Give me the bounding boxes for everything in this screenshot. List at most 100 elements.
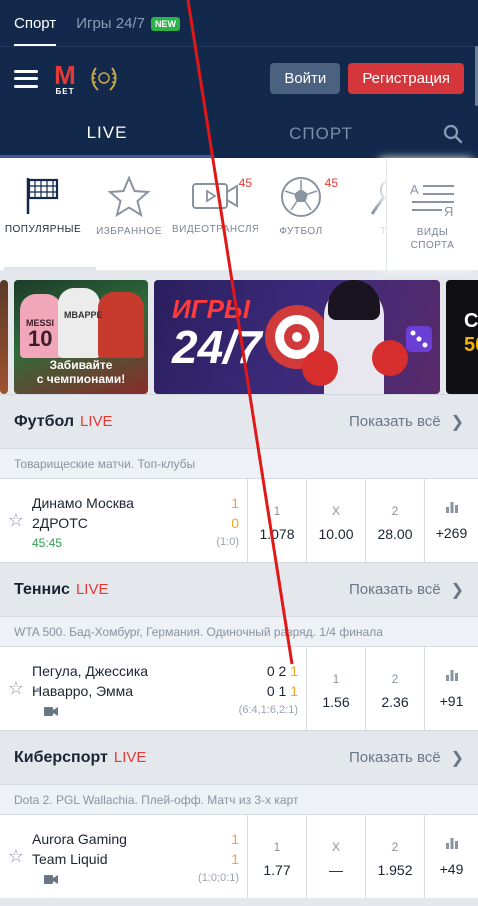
category-label: ФУТБОЛ bbox=[279, 226, 323, 237]
odd-cell[interactable]: 2 1.952 bbox=[365, 815, 424, 898]
period-score: (1:0;0:1) bbox=[198, 872, 239, 884]
odd-key: 1 bbox=[273, 503, 281, 518]
banner-edge-left[interactable] bbox=[0, 280, 8, 394]
odd-value: 1.77 bbox=[263, 861, 291, 878]
new-badge: NEW bbox=[150, 16, 180, 31]
team2-name: 2ДРОТС bbox=[32, 515, 88, 531]
banner-right-text2: 50 bbox=[464, 334, 478, 356]
league-name[interactable]: Товарищеские матчи. Топ-клубы bbox=[0, 448, 478, 478]
sports-menu-button[interactable]: АЯ ВИДЫ СПОРТА bbox=[386, 158, 478, 270]
player-figure-2 bbox=[58, 288, 100, 358]
video-camera-icon bbox=[44, 875, 58, 884]
player2-name: MBAPPE bbox=[64, 310, 103, 320]
video-camera-icon bbox=[44, 707, 58, 716]
tab-live[interactable]: LIVE bbox=[0, 110, 214, 158]
live-sport-tabs: LIVE СПОРТ bbox=[0, 110, 478, 158]
period-score: (6:4,1:6,2:1) bbox=[238, 704, 298, 716]
chevron-right-icon[interactable]: ❯ bbox=[451, 748, 464, 768]
category-favorites[interactable]: ИЗБРАННОЕ bbox=[86, 158, 172, 270]
odd-cell[interactable]: 1 1.078 bbox=[247, 479, 306, 562]
flag-icon bbox=[26, 178, 59, 214]
menu-icon[interactable] bbox=[14, 69, 38, 88]
award-laurel-icon bbox=[91, 66, 117, 91]
header: М БЕТ Войти Регистрация bbox=[0, 46, 478, 110]
show-all-link[interactable]: Показать всё bbox=[349, 413, 441, 430]
banner-games-247[interactable]: ИГРЫ 24/7 bbox=[154, 280, 440, 394]
section-title: Киберспорт bbox=[14, 748, 108, 766]
stats-bars-icon bbox=[445, 501, 458, 513]
banner-edge-right[interactable]: Су 50 bbox=[446, 280, 478, 394]
banner-text-line2: с чемпионами! bbox=[36, 372, 126, 386]
team1-score: 1 bbox=[231, 495, 239, 511]
odd-cell[interactable]: 2 28.00 bbox=[365, 479, 424, 562]
category-video[interactable]: 45 ВИДЕОТРАНСЛЯЦИИ bbox=[172, 158, 258, 270]
odd-cell[interactable]: X 10.00 bbox=[306, 479, 365, 562]
search-icon[interactable] bbox=[428, 110, 478, 158]
favorite-star-icon[interactable]: ☆ bbox=[0, 479, 32, 562]
match-row[interactable]: ☆ Пегула, Джессика Наварро, Эмма 0 2 1 0… bbox=[0, 646, 478, 730]
category-popular[interactable]: ПОПУЛЯРНЫЕ bbox=[0, 158, 96, 270]
team2-name: Наварро, Эмма bbox=[32, 683, 134, 699]
chevron-right-icon[interactable]: ❯ bbox=[451, 580, 464, 600]
team1-games: 1 bbox=[290, 663, 298, 679]
dice-icon bbox=[406, 326, 432, 352]
live-label: LIVE bbox=[75, 581, 109, 598]
odd-key: X bbox=[331, 503, 340, 518]
odd-cell[interactable]: 2 2.36 bbox=[365, 647, 424, 730]
favorite-star-icon[interactable]: ☆ bbox=[0, 815, 32, 898]
odd-cell[interactable]: 1 1.77 bbox=[247, 815, 306, 898]
tab-games[interactable]: Игры 24/7 NEW bbox=[76, 15, 180, 46]
more-markets-button[interactable]: +49 bbox=[424, 815, 478, 898]
category-football[interactable]: 45 ФУТБОЛ bbox=[258, 158, 344, 270]
category-count: 45 bbox=[324, 176, 338, 190]
odd-key: 2 bbox=[391, 671, 399, 686]
team1-score: 1 bbox=[231, 831, 239, 847]
register-button[interactable]: Регистрация bbox=[348, 63, 464, 94]
banner-champions[interactable]: MESSI 10 MBAPPE Забивайте с чемпионами! bbox=[14, 280, 148, 394]
chevron-right-icon[interactable]: ❯ bbox=[451, 412, 464, 432]
tab-sport-lines[interactable]: СПОРТ bbox=[214, 110, 428, 158]
more-markets-count: +91 bbox=[439, 692, 464, 709]
svg-text:А: А bbox=[410, 182, 419, 197]
category-count: 45 bbox=[238, 176, 252, 190]
more-markets-button[interactable]: +269 bbox=[424, 479, 478, 562]
match-row[interactable]: ☆ Aurora Gaming Team Liquid 1 1 (1:0;0:1… bbox=[0, 814, 478, 898]
section-title: Футбол bbox=[14, 412, 75, 430]
show-all-link[interactable]: Показать всё bbox=[349, 581, 441, 598]
logo[interactable]: М БЕТ bbox=[52, 62, 78, 96]
banner-champions-text: Забивайте с чемпионами! bbox=[14, 358, 148, 386]
svg-text:Я: Я bbox=[444, 204, 453, 218]
odd-cell[interactable]: 1 1.56 bbox=[306, 647, 365, 730]
team2-score: 0 bbox=[231, 515, 239, 531]
player-figure-3 bbox=[98, 292, 144, 358]
odd-value: 1.078 bbox=[259, 525, 295, 542]
serve-indicator bbox=[36, 688, 40, 692]
live-label: LIVE bbox=[113, 749, 147, 766]
odd-value: — bbox=[329, 861, 343, 878]
more-markets-count: +269 bbox=[435, 524, 468, 541]
match-row[interactable]: ☆ Динамо Москва 2ДРОТС 45:45 1 0 (1:0) 1… bbox=[0, 478, 478, 562]
more-markets-button[interactable]: +91 bbox=[424, 647, 478, 730]
league-name[interactable]: Dota 2. PGL Wallachia. Плей-офф. Матч из… bbox=[0, 784, 478, 814]
sports-menu-line2: СПОРТА bbox=[410, 240, 455, 251]
odd-value: 1.56 bbox=[322, 693, 350, 710]
odd-key: 1 bbox=[273, 839, 281, 854]
favorite-star-icon[interactable]: ☆ bbox=[0, 647, 32, 730]
top-nav: Спорт Игры 24/7 NEW bbox=[0, 0, 478, 46]
odd-cell[interactable]: X — bbox=[306, 815, 365, 898]
section-esports-header: Киберспорт LIVE Показать всё ❯ bbox=[0, 730, 478, 784]
tab-sport-label: Спорт bbox=[14, 15, 57, 32]
star-icon bbox=[107, 176, 151, 218]
league-name[interactable]: WTA 500. Бад-Хомбург, Германия. Одиночны… bbox=[0, 616, 478, 646]
login-button[interactable]: Войти bbox=[270, 63, 341, 94]
banner-games-title2: 24/7 bbox=[172, 321, 262, 373]
alphabet-list-icon: АЯ bbox=[410, 182, 454, 218]
category-carousel: ПОПУЛЯРНЫЕ ИЗБРАННОЕ 45 ВИДЕОТРАНСЛЯЦИИ … bbox=[0, 158, 478, 270]
team2-sets: 0 1 bbox=[266, 683, 287, 699]
odd-value: 10.00 bbox=[318, 525, 354, 542]
show-all-link[interactable]: Показать всё bbox=[349, 749, 441, 766]
banner-right-text1: Су bbox=[464, 310, 478, 332]
logo-word: БЕТ bbox=[55, 86, 75, 96]
tab-sport[interactable]: Спорт bbox=[14, 15, 57, 46]
sports-menu-label: ВИДЫ СПОРТА bbox=[411, 226, 455, 252]
